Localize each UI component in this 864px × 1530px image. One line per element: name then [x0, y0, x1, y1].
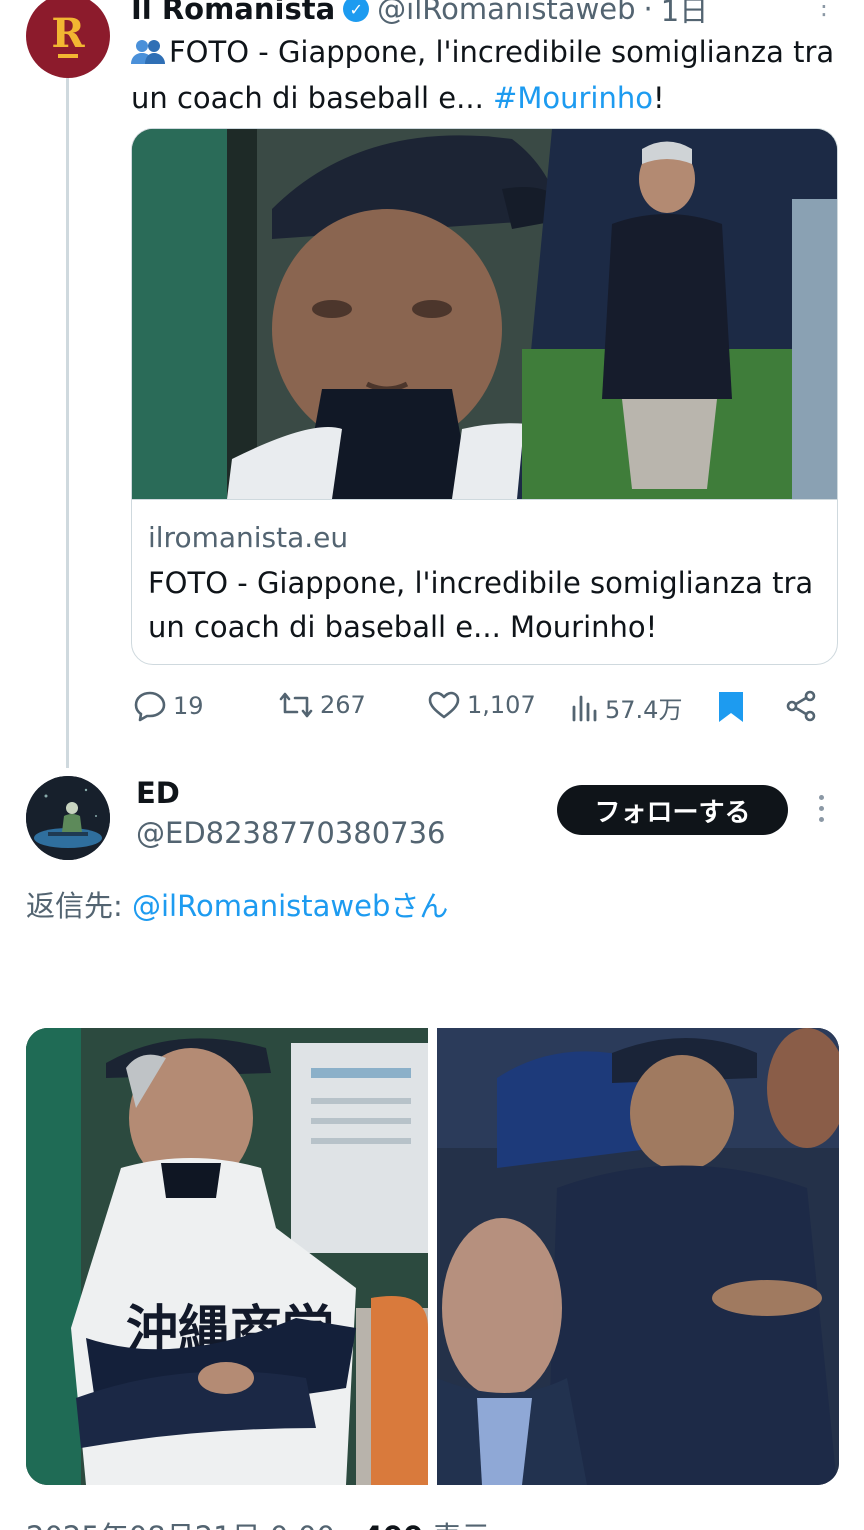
people-icon — [131, 32, 165, 76]
more-icon[interactable] — [816, 795, 826, 825]
reply-time[interactable]: 2025年08月21日 0:00 — [26, 1520, 335, 1530]
hashtag-link[interactable]: #Mourinho — [493, 81, 653, 115]
card-meta: ilromanista.eu FOTO - Giappone, l'incred… — [132, 499, 837, 664]
tweet-text-suffix: ! — [652, 81, 665, 115]
media-image-2[interactable] — [437, 1028, 839, 1485]
tweet-text: FOTO - Giappone, l'incredibile somiglian… — [131, 30, 841, 120]
bookmark-icon — [719, 692, 743, 722]
link-card[interactable]: ilromanista.eu FOTO - Giappone, l'incred… — [131, 128, 838, 665]
reply-view-label: 表示 — [423, 1520, 490, 1530]
retweet-button[interactable]: 267 — [278, 690, 366, 720]
verified-icon: ✓ — [343, 0, 370, 22]
bookmark-button[interactable] — [717, 690, 745, 724]
like-button[interactable]: 1,107 — [427, 690, 536, 720]
reply-avatar[interactable] — [26, 776, 110, 860]
share-button[interactable] — [784, 690, 818, 722]
tweet-text-body: FOTO - Giappone, l'incredibile somiglian… — [131, 35, 835, 115]
like-count: 1,107 — [467, 691, 536, 719]
action-bar: 19 267 1,107 57.4万 — [131, 690, 831, 730]
thread-line — [66, 78, 69, 768]
more-icon[interactable]: ⋮ — [812, 0, 836, 20]
separator-dot: · — [643, 0, 653, 26]
reply-to-label: 返信先: — [26, 889, 132, 923]
card-image — [132, 129, 837, 499]
card-domain[interactable]: ilromanista.eu — [148, 518, 823, 558]
reply-button[interactable]: 19 — [133, 690, 204, 722]
tweet-time[interactable]: 1日 — [661, 0, 708, 30]
media-image-1[interactable]: 沖縄商学 — [26, 1028, 428, 1485]
avatar-logo: R — [51, 10, 85, 57]
reply-icon — [134, 691, 166, 722]
retweet-count: 267 — [320, 691, 366, 719]
reply-count: 19 — [173, 692, 204, 720]
reply-view-count: 400 — [363, 1520, 424, 1530]
reply-timestamp: 2025年08月21日 0:00 · 400 表示 — [26, 1514, 490, 1530]
views-button[interactable]: 57.4万 — [569, 690, 682, 725]
reply-author-handle[interactable]: @ED8238770380736 — [136, 816, 446, 850]
avatar[interactable]: R — [26, 0, 110, 78]
reply-author-name[interactable]: ED — [136, 776, 180, 810]
follow-button[interactable]: フォローする — [557, 785, 788, 835]
like-icon — [428, 691, 460, 719]
tweet-header: Il Romanista ✓ @ilRomanistaweb · 1日 — [131, 0, 708, 30]
view-count: 57.4万 — [605, 696, 683, 724]
views-icon — [572, 695, 597, 721]
author-handle[interactable]: @ilRomanistaweb — [377, 0, 635, 26]
media-grid: 沖縄商学 — [26, 1028, 839, 1485]
card-title[interactable]: FOTO - Giappone, l'incredibile somiglian… — [148, 561, 823, 649]
retweet-icon — [279, 692, 313, 718]
share-icon — [786, 690, 816, 722]
reply-to-mention[interactable]: @ilRomanistawebさん — [132, 889, 448, 923]
reply-to: 返信先: @ilRomanistawebさん — [26, 883, 448, 925]
author-name[interactable]: Il Romanista — [131, 0, 335, 26]
